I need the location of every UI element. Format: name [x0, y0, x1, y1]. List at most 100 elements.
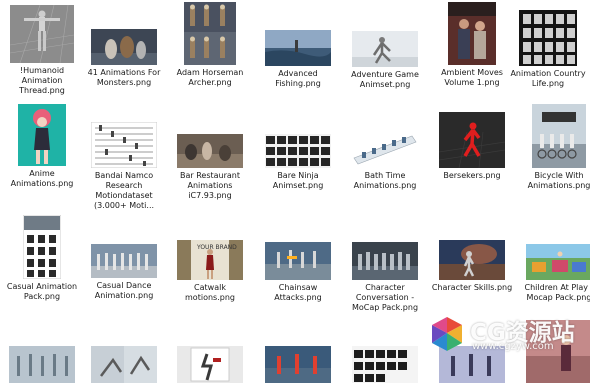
- file-name-line: (3.000+ Moti...: [93, 201, 155, 210]
- file-thumbnail: [91, 29, 157, 65]
- file-thumbnail: [526, 244, 590, 280]
- file-thumbnail: [519, 10, 577, 66]
- file-thumbnail: [18, 104, 66, 166]
- file-thumbnail: [9, 346, 75, 383]
- file-name-line: Animset.png: [359, 80, 411, 89]
- file-name-line: Research: [105, 181, 143, 190]
- file-item[interactable]: Advanced Fishing.png: [256, 30, 340, 89]
- file-item[interactable]: [256, 346, 340, 383]
- file-thumbnail: [265, 30, 331, 66]
- file-name-line: Bicycle With: [534, 171, 584, 180]
- file-item[interactable]: Ambient Moves Volume 1.png: [430, 2, 514, 88]
- file-name-line: Bath Time: [364, 171, 406, 180]
- cg-logo-icon: [432, 317, 462, 351]
- file-name-line: iC7.93.png: [188, 191, 232, 200]
- file-name-line: Animations.png: [10, 179, 74, 188]
- file-name-line: Thread.png: [19, 86, 65, 95]
- file-item[interactable]: Anime Animations.png: [0, 104, 84, 189]
- file-name-line: Archer.png: [188, 78, 232, 87]
- file-item[interactable]: Bicycle With Animations.png: [517, 104, 590, 191]
- file-item[interactable]: [168, 346, 252, 383]
- file-name-line: Bandai Namco: [94, 171, 154, 180]
- watermark: CG资源站 www.cgzyw.com: [420, 309, 575, 361]
- file-item[interactable]: Character Skills.png: [430, 240, 514, 293]
- file-name-line: Attacks.png: [274, 293, 322, 302]
- file-thumbnail: [184, 2, 236, 65]
- file-name-line: Bersekers.png: [443, 171, 501, 180]
- file-name-line: Life.png: [531, 79, 565, 88]
- file-item[interactable]: Casual Dance Animation.png: [82, 244, 166, 301]
- file-name-line: Motiondataset: [95, 191, 153, 200]
- file-name-line: !Humanoid: [19, 66, 65, 75]
- file-name-line: Animations.png: [527, 181, 590, 190]
- file-thumbnail: [532, 104, 586, 168]
- file-name-line: Catwalk: [194, 283, 226, 292]
- file-name-line: Mocap Pack.png: [526, 293, 590, 302]
- file-item[interactable]: Animation Country Life.png: [506, 10, 590, 89]
- file-name-line: Children At Play -: [524, 283, 590, 292]
- file-thumbnail: [265, 134, 331, 168]
- file-thumbnail: [439, 112, 505, 168]
- file-name-line: Animation.png: [94, 291, 154, 300]
- file-name-line: Volume 1.png: [444, 78, 500, 87]
- file-name-line: Anime: [29, 169, 55, 178]
- file-item[interactable]: Bersekers.png: [430, 112, 514, 181]
- file-name-line: Ambient Moves: [441, 68, 503, 77]
- file-thumbnail: [448, 2, 496, 65]
- file-thumbnail: [23, 215, 61, 279]
- file-thumbnail: [352, 128, 418, 168]
- file-item[interactable]: 41 Animations For Monsters.png: [82, 29, 166, 88]
- file-thumbnail: [177, 346, 243, 383]
- file-name-line: Fishing.png: [275, 79, 321, 88]
- file-item[interactable]: Bath Time Animations.png: [343, 128, 427, 191]
- file-name-line: Casual Dance: [96, 281, 152, 290]
- file-name-line: Bar Restaurant: [179, 171, 241, 180]
- file-item[interactable]: Casual Animation Pack.png: [0, 215, 84, 302]
- file-name-line: Animations: [187, 181, 233, 190]
- file-item[interactable]: Adventure Game Animset.png: [343, 31, 427, 90]
- file-item[interactable]: [343, 346, 427, 383]
- file-thumbnail: [439, 240, 505, 280]
- file-item[interactable]: YOUR BRAND Catwalk motions.png: [168, 240, 252, 303]
- file-name-line: Advanced: [278, 69, 318, 78]
- file-thumbnail: [352, 31, 418, 67]
- file-name-line: Animset.png: [272, 181, 324, 190]
- file-item[interactable]: Adam Horseman Archer.png: [168, 2, 252, 88]
- file-name-line: Character Skills.png: [431, 283, 513, 292]
- file-thumbnail: YOUR BRAND: [177, 240, 243, 280]
- file-item[interactable]: Character Conversation - MoCap Pack.png: [343, 242, 427, 313]
- file-thumbnail: [352, 346, 418, 383]
- file-thumbnail: [91, 122, 157, 168]
- file-thumbnail: [91, 244, 157, 278]
- file-item[interactable]: Bar Restaurant Animations iC7.93.png: [168, 134, 252, 201]
- file-item[interactable]: Bare Ninja Animset.png: [256, 134, 340, 191]
- file-thumbnail: [265, 346, 331, 383]
- file-name-line: Animations.png: [353, 181, 417, 190]
- file-name-line: Animation: [21, 76, 63, 85]
- file-thumbnail: [10, 5, 74, 63]
- file-item[interactable]: [0, 346, 84, 383]
- file-thumbnail: [91, 346, 157, 383]
- file-name-line: motions.png: [185, 293, 235, 302]
- file-item[interactable]: !Humanoid Animation Thread.png: [0, 5, 84, 96]
- file-name-line: 41 Animations For: [87, 68, 161, 77]
- svg-text:YOUR BRAND: YOUR BRAND: [196, 244, 237, 251]
- file-name-line: Monsters.png: [96, 78, 152, 87]
- file-name-line: MoCap Pack.png: [351, 303, 419, 312]
- file-name-line: Casual Animation: [6, 282, 78, 291]
- file-thumbnail: [177, 134, 243, 168]
- file-item[interactable]: Chainsaw Attacks.png: [256, 242, 340, 303]
- file-item[interactable]: Children At Play - Mocap Pack.png: [517, 244, 590, 303]
- file-name-line: Conversation -: [355, 293, 415, 302]
- file-name-line: Adventure Game: [351, 70, 419, 79]
- file-item[interactable]: Bandai Namco Research Motiondataset (3.0…: [82, 122, 166, 211]
- file-thumbnail: [352, 242, 418, 280]
- file-name-line: Adam Horseman: [176, 68, 244, 77]
- file-name-line: Pack.png: [23, 292, 61, 301]
- file-item[interactable]: [82, 346, 166, 383]
- watermark-url: www.cgzyw.com: [472, 341, 554, 352]
- file-name-line: Bare Ninja: [277, 171, 319, 180]
- file-name-line: Chainsaw: [278, 283, 318, 292]
- file-thumbnail: [265, 242, 331, 280]
- file-name-line: Character: [365, 283, 405, 292]
